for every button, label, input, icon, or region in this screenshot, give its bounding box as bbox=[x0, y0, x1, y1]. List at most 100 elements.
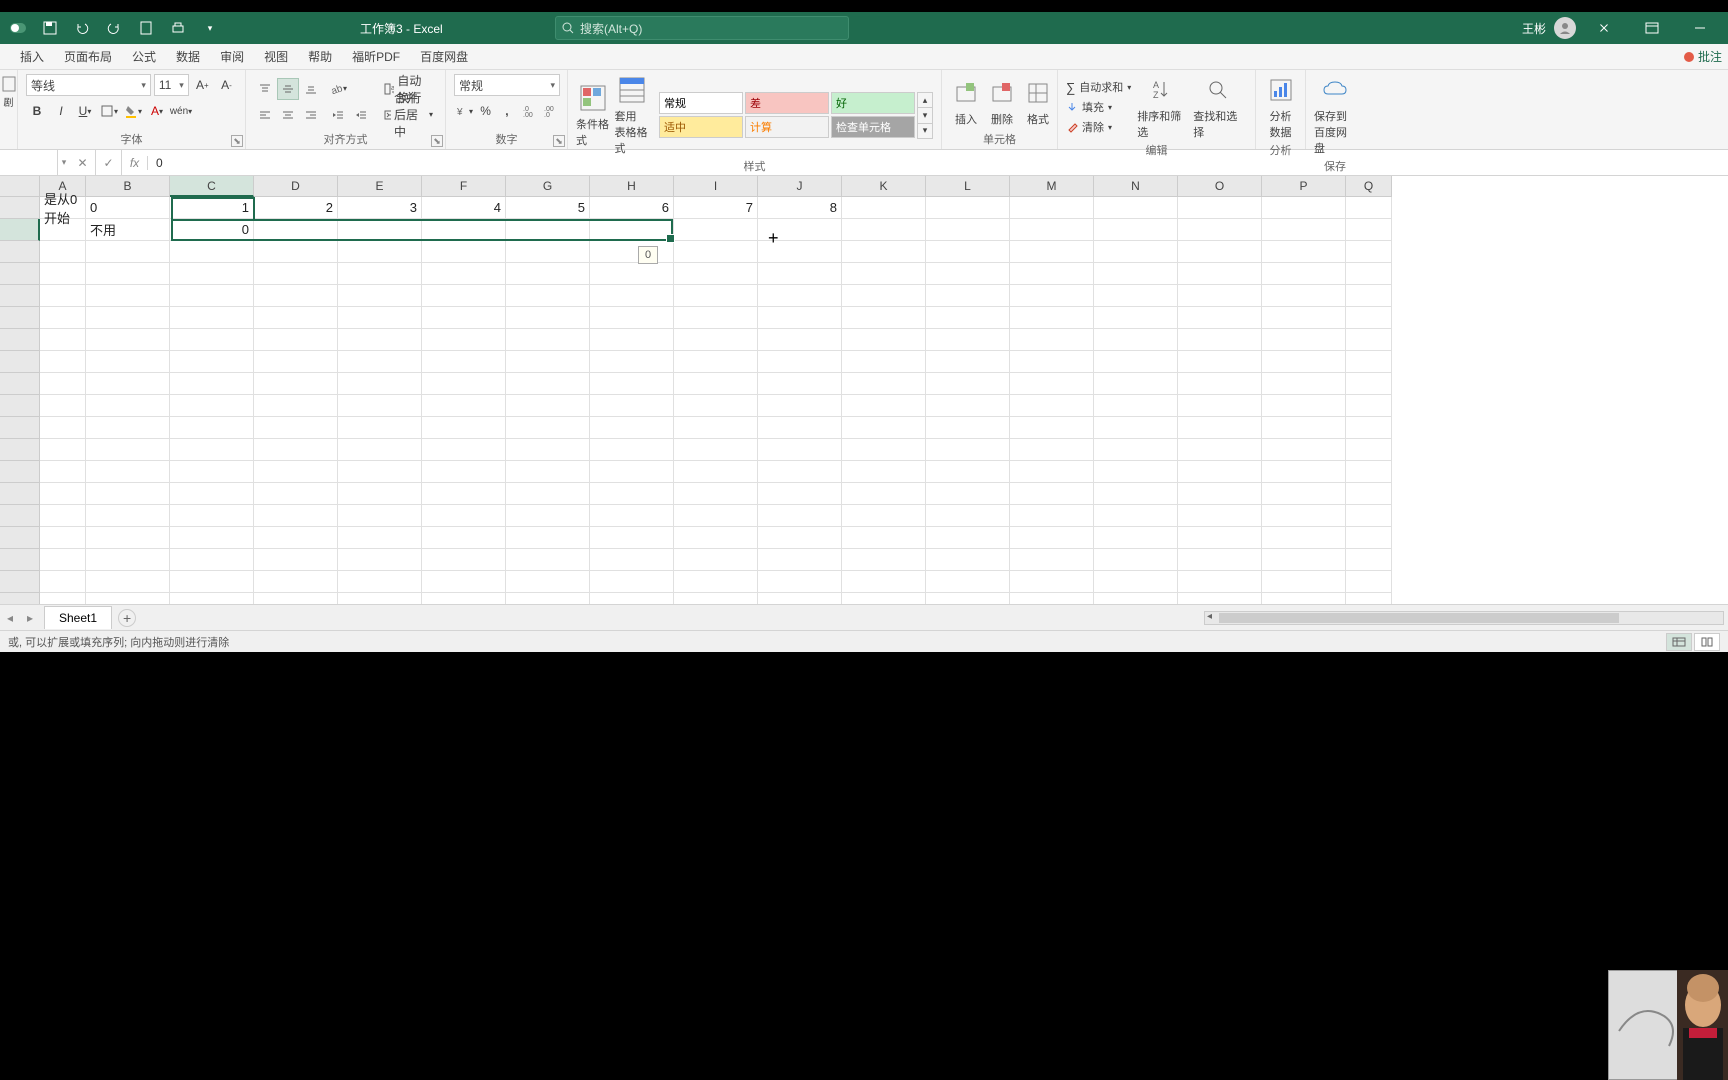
cell[interactable] bbox=[1262, 373, 1346, 395]
tab-help[interactable]: 帮助 bbox=[298, 44, 342, 69]
cell[interactable] bbox=[170, 483, 254, 505]
cell[interactable] bbox=[1094, 505, 1178, 527]
sort-filter-button[interactable]: AZ排序和筛选 bbox=[1137, 74, 1187, 140]
cell[interactable] bbox=[674, 307, 758, 329]
cell[interactable] bbox=[674, 241, 758, 263]
cell[interactable] bbox=[674, 417, 758, 439]
cell[interactable] bbox=[1346, 549, 1392, 571]
cell[interactable] bbox=[1262, 285, 1346, 307]
number-format-dropdown[interactable]: 常规▾ bbox=[454, 74, 560, 96]
style-cell[interactable]: 常规 bbox=[659, 92, 743, 114]
cell[interactable] bbox=[842, 329, 926, 351]
tab-formulas[interactable]: 公式 bbox=[122, 44, 166, 69]
cell[interactable]: 3 bbox=[338, 197, 422, 219]
column-header[interactable]: K bbox=[842, 176, 926, 197]
cell[interactable] bbox=[1178, 307, 1262, 329]
cell[interactable] bbox=[1262, 549, 1346, 571]
cell[interactable] bbox=[758, 461, 842, 483]
cell[interactable] bbox=[1178, 549, 1262, 571]
cell[interactable] bbox=[170, 351, 254, 373]
row-header[interactable] bbox=[0, 373, 40, 395]
cell[interactable] bbox=[1346, 505, 1392, 527]
column-header[interactable]: M bbox=[1010, 176, 1094, 197]
cell[interactable] bbox=[758, 351, 842, 373]
comma-button[interactable]: , bbox=[497, 100, 516, 122]
tab-baidu[interactable]: 百度网盘 bbox=[410, 44, 478, 69]
style-cell[interactable]: 适中 bbox=[659, 116, 743, 138]
cell[interactable] bbox=[422, 219, 506, 241]
formula-input[interactable]: 0 bbox=[148, 156, 1728, 170]
cell[interactable] bbox=[338, 461, 422, 483]
cell[interactable] bbox=[338, 593, 422, 604]
cell[interactable] bbox=[254, 593, 338, 604]
autosave-toggle[interactable] bbox=[4, 14, 32, 42]
cell[interactable] bbox=[338, 505, 422, 527]
cell[interactable] bbox=[338, 285, 422, 307]
cell[interactable] bbox=[338, 219, 422, 241]
cell[interactable] bbox=[338, 571, 422, 593]
cell[interactable] bbox=[590, 241, 674, 263]
cell[interactable] bbox=[674, 505, 758, 527]
cell[interactable] bbox=[842, 219, 926, 241]
cell[interactable] bbox=[254, 461, 338, 483]
cell[interactable] bbox=[422, 527, 506, 549]
cell[interactable] bbox=[758, 263, 842, 285]
cell[interactable] bbox=[422, 549, 506, 571]
confirm-formula-button[interactable]: ✓ bbox=[96, 150, 122, 175]
cell[interactable] bbox=[170, 307, 254, 329]
cell[interactable] bbox=[674, 395, 758, 417]
cell[interactable] bbox=[1010, 461, 1094, 483]
cell[interactable] bbox=[338, 549, 422, 571]
row-header[interactable] bbox=[0, 263, 40, 285]
autosum-button[interactable]: ∑自动求和▾ bbox=[1066, 78, 1131, 96]
cell[interactable] bbox=[590, 461, 674, 483]
qat-new-icon[interactable] bbox=[132, 14, 160, 42]
cell[interactable] bbox=[1346, 461, 1392, 483]
cell[interactable] bbox=[758, 549, 842, 571]
column-header[interactable]: F bbox=[422, 176, 506, 197]
cell[interactable] bbox=[758, 571, 842, 593]
cell[interactable] bbox=[254, 263, 338, 285]
cell[interactable] bbox=[674, 483, 758, 505]
cell[interactable] bbox=[1262, 483, 1346, 505]
row-header[interactable] bbox=[0, 241, 40, 263]
qat-print-icon[interactable] bbox=[164, 14, 192, 42]
cell[interactable] bbox=[1178, 417, 1262, 439]
undo-button[interactable] bbox=[68, 14, 96, 42]
cell[interactable] bbox=[1262, 307, 1346, 329]
style-cell[interactable]: 好 bbox=[831, 92, 915, 114]
cell[interactable] bbox=[170, 417, 254, 439]
cell[interactable] bbox=[338, 263, 422, 285]
cell[interactable] bbox=[170, 593, 254, 604]
cell[interactable] bbox=[254, 285, 338, 307]
cell[interactable] bbox=[40, 461, 86, 483]
cell[interactable] bbox=[170, 461, 254, 483]
cell[interactable] bbox=[926, 505, 1010, 527]
cell[interactable] bbox=[254, 527, 338, 549]
cell[interactable] bbox=[254, 307, 338, 329]
increase-indent-button[interactable] bbox=[350, 104, 372, 126]
cell[interactable] bbox=[674, 351, 758, 373]
cell[interactable] bbox=[842, 263, 926, 285]
number-dialog-launcher[interactable]: ⬊ bbox=[553, 135, 565, 147]
cell[interactable] bbox=[674, 549, 758, 571]
ribbon-display-icon[interactable] bbox=[1632, 14, 1672, 42]
name-box[interactable] bbox=[0, 150, 58, 175]
cell[interactable] bbox=[1010, 505, 1094, 527]
cell[interactable] bbox=[1178, 483, 1262, 505]
cell[interactable] bbox=[1178, 285, 1262, 307]
cell[interactable] bbox=[926, 549, 1010, 571]
cell[interactable] bbox=[926, 219, 1010, 241]
cell[interactable] bbox=[254, 329, 338, 351]
cell[interactable] bbox=[86, 307, 170, 329]
gallery-up-icon[interactable]: ▴ bbox=[917, 92, 933, 108]
column-header[interactable]: I bbox=[674, 176, 758, 197]
cell[interactable] bbox=[1262, 593, 1346, 604]
cell[interactable] bbox=[1178, 571, 1262, 593]
cell[interactable] bbox=[926, 373, 1010, 395]
cell[interactable] bbox=[1010, 351, 1094, 373]
cell[interactable] bbox=[86, 527, 170, 549]
cell[interactable] bbox=[1262, 263, 1346, 285]
align-right-button[interactable] bbox=[300, 104, 322, 126]
cell[interactable]: 是从0开始 bbox=[40, 197, 86, 219]
